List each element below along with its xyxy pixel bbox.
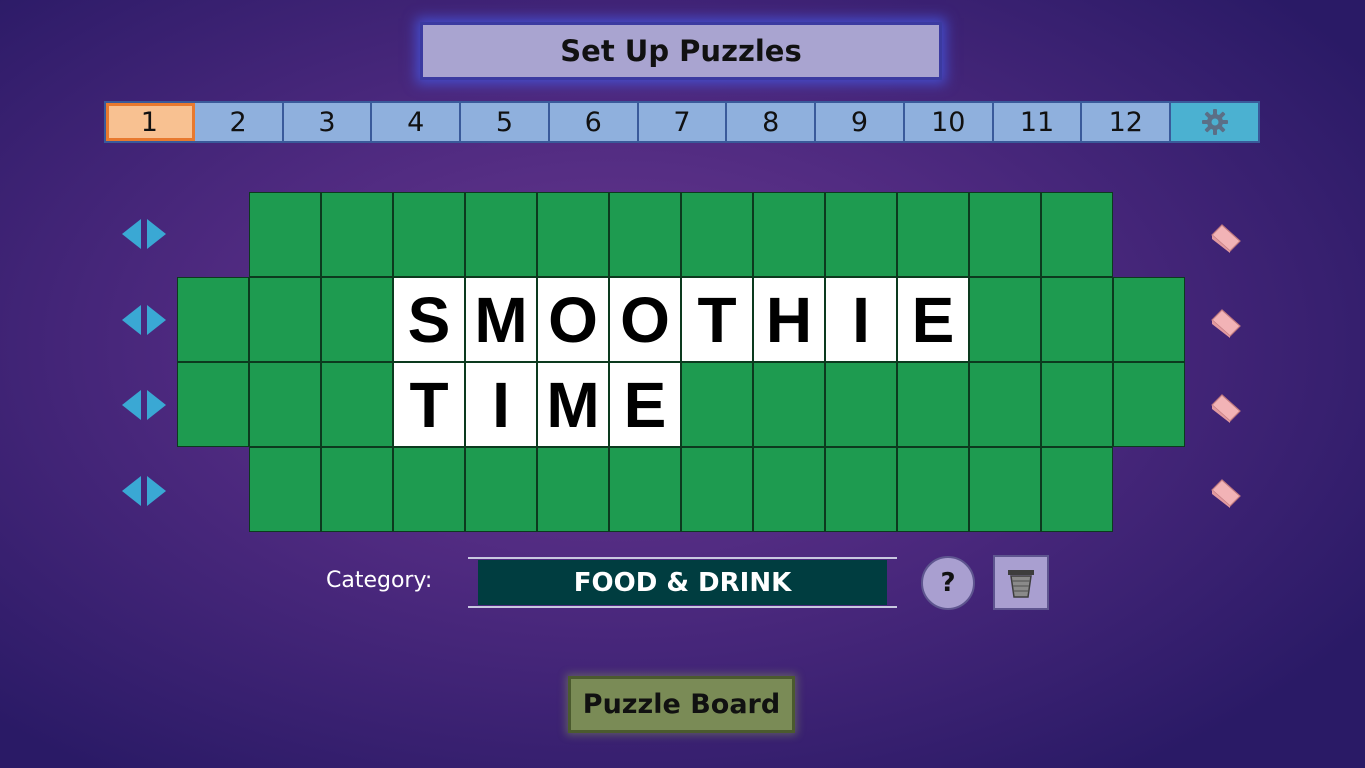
board-tile[interactable] <box>681 362 753 447</box>
board-tile[interactable] <box>249 447 321 532</box>
board-tile[interactable]: T <box>681 277 753 362</box>
board-tile[interactable] <box>1041 192 1113 277</box>
board-tile[interactable] <box>681 447 753 532</box>
board-tile[interactable] <box>537 447 609 532</box>
board-tile[interactable] <box>465 447 537 532</box>
shift-right-icon[interactable] <box>147 305 166 335</box>
puzzle-tabs: 1 2 3 4 5 6 7 8 9 10 11 12 <box>104 101 1260 143</box>
board-tile[interactable] <box>465 192 537 277</box>
board-tile[interactable] <box>969 277 1041 362</box>
board-tile[interactable] <box>753 362 825 447</box>
board-tile[interactable]: O <box>609 277 681 362</box>
board-tile[interactable] <box>321 362 393 447</box>
tab-puzzle-8[interactable]: 8 <box>727 103 817 141</box>
board-tile[interactable]: M <box>537 362 609 447</box>
board-tile[interactable] <box>1041 277 1113 362</box>
shift-left-icon[interactable] <box>122 390 141 420</box>
board-tile[interactable] <box>681 192 753 277</box>
board-tile[interactable] <box>969 362 1041 447</box>
help-button[interactable]: ? <box>921 556 975 610</box>
trash-bin-icon <box>1008 569 1034 598</box>
tab-puzzle-1[interactable]: 1 <box>106 103 195 141</box>
row-3-shift-arrows-icon[interactable] <box>122 390 166 420</box>
board-tile[interactable]: T <box>393 362 465 447</box>
tab-puzzle-4[interactable]: 4 <box>372 103 462 141</box>
category-field[interactable]: FOOD & DRINK <box>478 560 887 605</box>
page-title: Set Up Puzzles <box>420 22 942 80</box>
tab-puzzle-6[interactable]: 6 <box>549 103 639 141</box>
tab-puzzle-10[interactable]: 10 <box>904 103 994 141</box>
board-tile[interactable] <box>897 362 969 447</box>
board-tile[interactable] <box>393 192 465 277</box>
board-tile[interactable]: O <box>537 277 609 362</box>
board-tile[interactable] <box>609 192 681 277</box>
board-tile[interactable]: E <box>897 277 969 362</box>
board-tile[interactable] <box>1041 447 1113 532</box>
board-tile[interactable] <box>249 362 321 447</box>
shift-right-icon[interactable] <box>147 219 166 249</box>
board-tile[interactable] <box>897 192 969 277</box>
board-tile[interactable] <box>1113 362 1185 447</box>
trash-button[interactable] <box>993 555 1049 610</box>
shift-left-icon[interactable] <box>122 476 141 506</box>
board-tile[interactable] <box>1041 362 1113 447</box>
puzzle-board-button[interactable]: Puzzle Board <box>568 676 795 733</box>
board-tile[interactable] <box>753 192 825 277</box>
board-tile[interactable]: E <box>609 362 681 447</box>
board-tile[interactable] <box>825 362 897 447</box>
row-4-shift-arrows-icon[interactable] <box>122 476 166 506</box>
board-tile[interactable]: M <box>465 277 537 362</box>
shift-left-icon[interactable] <box>122 219 141 249</box>
shift-right-icon[interactable] <box>147 476 166 506</box>
board-tile[interactable] <box>609 447 681 532</box>
board-tile[interactable] <box>321 447 393 532</box>
tab-settings[interactable] <box>1171 103 1258 141</box>
board-tile[interactable]: I <box>465 362 537 447</box>
tab-puzzle-3[interactable]: 3 <box>283 103 373 141</box>
board-tile[interactable] <box>249 192 321 277</box>
board-tile[interactable] <box>897 447 969 532</box>
board-tile[interactable] <box>969 447 1041 532</box>
board-tile[interactable] <box>825 447 897 532</box>
tab-puzzle-9[interactable]: 9 <box>816 103 905 141</box>
tab-puzzle-2[interactable]: 2 <box>194 103 284 141</box>
tab-puzzle-11[interactable]: 11 <box>993 103 1083 141</box>
board-tile[interactable]: S <box>393 277 465 362</box>
row-4-eraser-icon[interactable] <box>1208 472 1244 508</box>
row-1-eraser-icon[interactable] <box>1208 217 1244 253</box>
board-tile[interactable] <box>177 277 249 362</box>
board-tile[interactable] <box>321 192 393 277</box>
board-tile[interactable] <box>249 277 321 362</box>
row-2-shift-arrows-icon[interactable] <box>122 305 166 335</box>
category-label: Category: <box>326 568 433 593</box>
board-tile[interactable] <box>321 277 393 362</box>
board-tile[interactable] <box>753 447 825 532</box>
board-tile[interactable] <box>969 192 1041 277</box>
row-2-eraser-icon[interactable] <box>1208 302 1244 338</box>
board-tile[interactable]: H <box>753 277 825 362</box>
row-1-shift-arrows-icon[interactable] <box>122 219 166 249</box>
board-tile[interactable]: I <box>825 277 897 362</box>
shift-left-icon[interactable] <box>122 305 141 335</box>
tab-puzzle-12[interactable]: 12 <box>1082 103 1172 141</box>
gear-icon <box>1201 109 1228 135</box>
board-tile[interactable] <box>1113 277 1185 362</box>
board-tile[interactable] <box>177 362 249 447</box>
board-tile[interactable] <box>393 447 465 532</box>
board-tile[interactable] <box>537 192 609 277</box>
tab-puzzle-5[interactable]: 5 <box>461 103 550 141</box>
tab-puzzle-7[interactable]: 7 <box>638 103 728 141</box>
board-tile[interactable] <box>825 192 897 277</box>
row-3-eraser-icon[interactable] <box>1208 387 1244 423</box>
shift-right-icon[interactable] <box>147 390 166 420</box>
